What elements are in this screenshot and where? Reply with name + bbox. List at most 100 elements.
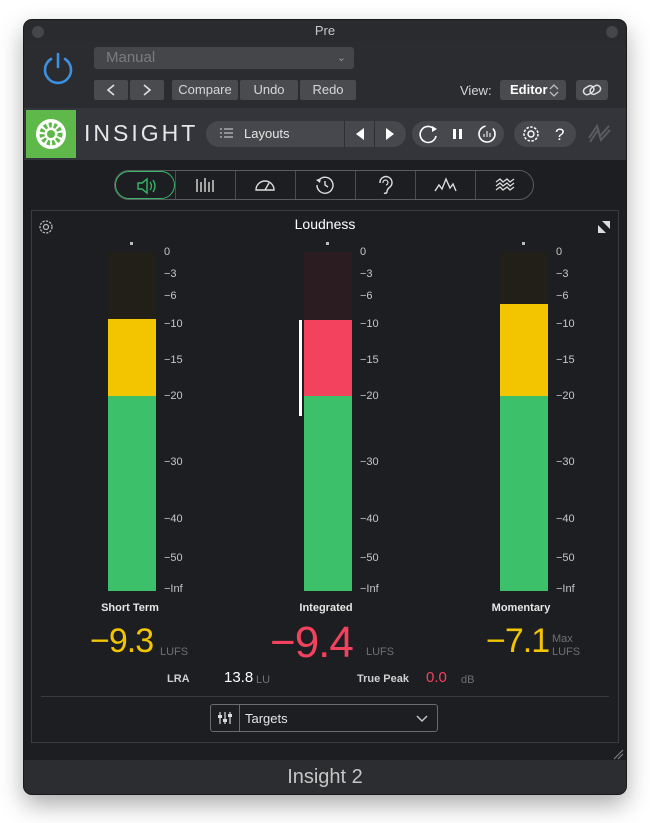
speaker-icon xyxy=(137,177,156,195)
short-term-scale-tick: −10 xyxy=(164,318,183,330)
targets-label: Targets xyxy=(245,711,288,726)
tab-spectrogram[interactable] xyxy=(475,171,535,199)
momentary-max-label: Max xyxy=(552,633,573,645)
preset-name: Manual xyxy=(106,49,156,66)
next-preset-button[interactable] xyxy=(130,80,164,100)
product-brand: INSIGHT xyxy=(84,120,199,146)
title-bar: Pre xyxy=(24,20,626,42)
window-title: Pre xyxy=(314,23,336,38)
view-selector[interactable]: Editor xyxy=(500,80,566,100)
momentary-meter-empty xyxy=(500,252,548,304)
up-down-chevron-icon xyxy=(549,84,559,97)
tab-intelligibility[interactable] xyxy=(355,171,415,199)
short-term-scale-tick: −30 xyxy=(164,456,183,468)
integrated-range-indicator xyxy=(299,320,302,416)
momentary-scale-tick: −30 xyxy=(556,456,575,468)
short-term-scale-tick: −40 xyxy=(164,513,183,525)
momentary-scale-tick: −Inf xyxy=(556,583,575,595)
tab-history[interactable] xyxy=(295,171,355,199)
short-term-meter-level xyxy=(108,319,156,396)
integrated-scale-tick: −Inf xyxy=(360,583,379,595)
gauge-icon xyxy=(255,180,275,191)
integrated-scale-tick: −30 xyxy=(360,456,379,468)
integrated-scale-tick: −3 xyxy=(360,268,373,280)
help-icon[interactable]: ? xyxy=(545,121,575,147)
lra-label: LRA xyxy=(167,673,190,685)
short-term-value: −9.3 xyxy=(90,622,154,660)
integrated-scale-tick: −6 xyxy=(360,290,373,302)
momentary-scale-tick: −40 xyxy=(556,513,575,525)
momentary-scale-tick: −20 xyxy=(556,390,575,402)
integrated-scale-tick: −20 xyxy=(360,390,379,402)
integrated-meter-level xyxy=(304,319,352,396)
meters-icon xyxy=(196,178,214,192)
short-term-scale-tick: −6 xyxy=(164,290,177,302)
chevron-right-icon xyxy=(143,84,152,96)
link-button[interactable] xyxy=(576,80,608,100)
svg-text:?: ? xyxy=(555,125,564,144)
momentary-scale-tick: −3 xyxy=(556,268,569,280)
expand-panel-icon[interactable] xyxy=(596,219,612,235)
history-icon xyxy=(316,176,334,194)
integrated-scale-tick: −10 xyxy=(360,318,379,330)
pause-icon[interactable] xyxy=(443,121,473,147)
resize-handle-icon[interactable] xyxy=(612,748,624,760)
momentary-unit: LUFS xyxy=(552,646,581,658)
undo-button[interactable]: Undo xyxy=(240,80,298,100)
short-term-label: Short Term xyxy=(101,602,159,614)
integrated-value: −9.4 xyxy=(270,618,354,667)
spectrum-icon xyxy=(434,177,457,192)
izotope-relay-icon[interactable] xyxy=(584,118,614,148)
loop-icon[interactable] xyxy=(414,121,444,147)
momentary-scale-tick: −50 xyxy=(556,552,575,564)
integrated-meter-empty xyxy=(304,252,352,320)
short-term-scale-tick: −3 xyxy=(164,268,177,280)
chevron-left-icon xyxy=(106,84,115,96)
lra-unit: LU xyxy=(256,674,271,686)
short-term-scale-tick: −20 xyxy=(164,390,183,402)
power-icon[interactable] xyxy=(40,50,76,86)
compare-button[interactable]: Compare xyxy=(172,80,238,100)
redo-button[interactable]: Redo xyxy=(300,80,356,100)
momentary-meter-green xyxy=(500,396,548,591)
gear-icon[interactable] xyxy=(516,121,546,147)
close-window-button[interactable] xyxy=(32,26,44,38)
footer-bar: Insight 2 xyxy=(24,760,626,794)
integrated-scale-tick: −50 xyxy=(360,552,379,564)
list-icon xyxy=(220,128,233,138)
panel-title: Loudness xyxy=(294,216,356,232)
preset-dropdown[interactable]: Manual ⌄ xyxy=(94,47,354,69)
targets-dropdown[interactable]: Targets xyxy=(210,704,438,732)
layouts-label: Layouts xyxy=(244,126,290,141)
previous-preset-button[interactable] xyxy=(94,80,128,100)
plugin-window: Pre Manual ⌄ Compare Undo Redo View: Edi… xyxy=(24,20,626,794)
panel-divider xyxy=(41,696,609,697)
chevron-down-icon xyxy=(416,715,428,722)
integrated-peak-dot xyxy=(326,242,329,245)
view-value: Editor xyxy=(510,82,548,97)
transport-controls xyxy=(412,121,504,147)
momentary-peak-dot xyxy=(522,242,525,245)
next-layout-icon[interactable] xyxy=(375,121,405,147)
lra-value: 13.8 xyxy=(224,669,254,686)
short-term-meter-empty xyxy=(108,252,156,320)
short-term-unit: LUFS xyxy=(160,646,189,658)
tab-levels[interactable] xyxy=(175,171,235,199)
integrated-scale-tick: −15 xyxy=(360,354,379,366)
previous-layout-icon[interactable] xyxy=(345,121,375,147)
tab-stereo[interactable] xyxy=(235,171,295,199)
reset-icon[interactable] xyxy=(472,121,502,147)
ear-icon xyxy=(379,175,393,195)
momentary-scale-tick: −6 xyxy=(556,290,569,302)
integrated-meter-green xyxy=(304,396,352,591)
momentary-scale-tick: 0 xyxy=(556,246,563,258)
layouts-selector[interactable]: Layouts xyxy=(206,121,406,147)
tab-loudness[interactable] xyxy=(115,171,175,199)
izotope-logo xyxy=(26,110,76,158)
short-term-peak-dot xyxy=(130,242,133,245)
view-label: View: xyxy=(460,83,492,98)
tab-spectrum[interactable] xyxy=(415,171,475,199)
sliders-icon xyxy=(218,712,232,724)
zoom-window-button[interactable] xyxy=(606,26,618,38)
short-term-scale-tick: −50 xyxy=(164,552,183,564)
